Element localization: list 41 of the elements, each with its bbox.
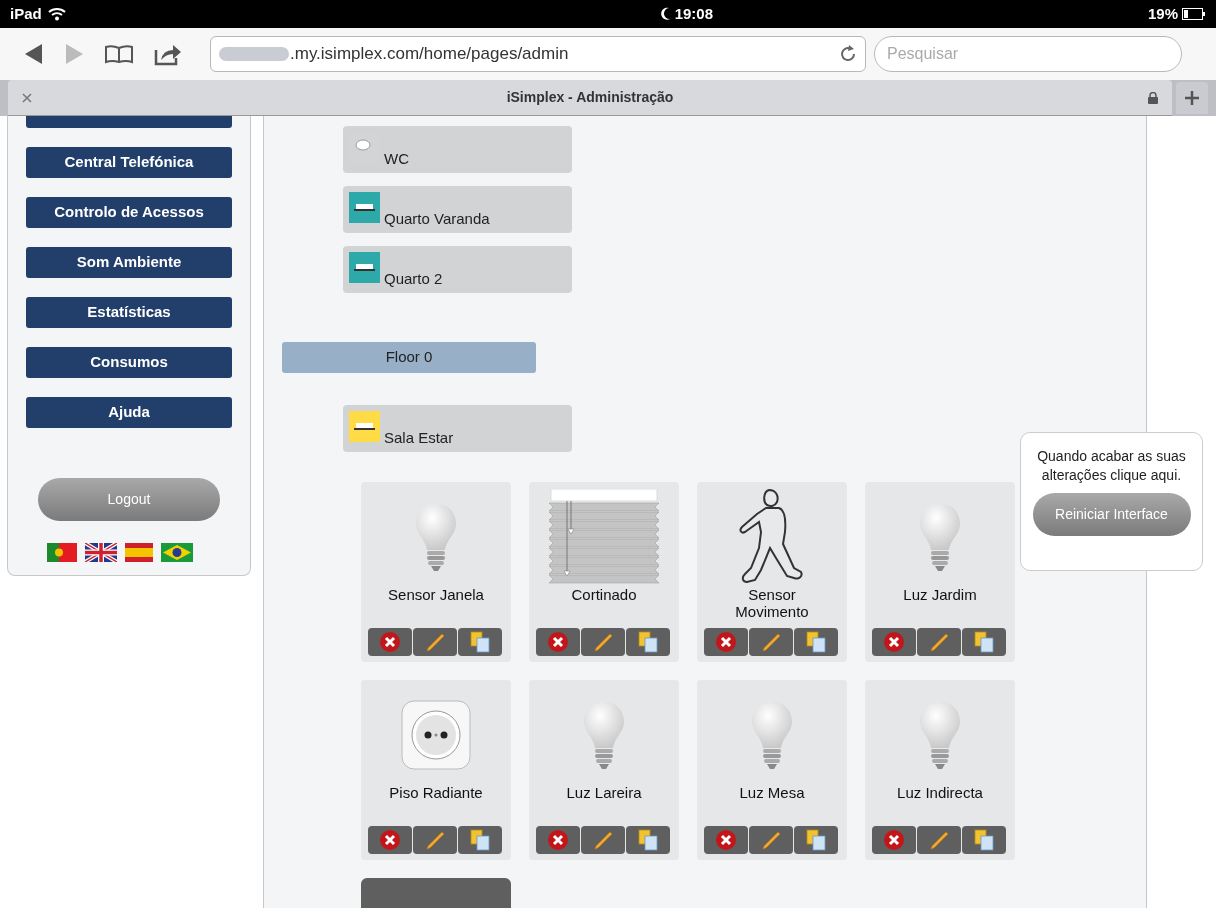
- device-name: Sensor Movimento: [734, 586, 810, 620]
- menu-button[interactable]: Som Ambiente: [26, 247, 232, 278]
- device-card[interactable]: Luz Indirecta: [865, 680, 1015, 860]
- device-name: Piso Radiante: [388, 784, 484, 801]
- device-name: Luz Indirecta: [896, 784, 984, 801]
- room-name: Sala Estar: [384, 428, 454, 448]
- device-card[interactable]: Sensor Movimento: [697, 482, 847, 662]
- menu-button[interactable]: Consumos: [26, 347, 232, 378]
- floor-label: Floor 0: [385, 347, 433, 368]
- device-card[interactable]: Luz Mesa: [697, 680, 847, 860]
- room-item[interactable]: Quarto 2: [343, 246, 572, 293]
- room-item[interactable]: Sala Estar: [343, 405, 572, 452]
- menu-button[interactable]: Central Telefónica: [26, 147, 232, 178]
- search-field[interactable]: Pesquisar: [874, 36, 1182, 73]
- device-card[interactable]: Piso Radiante: [361, 680, 511, 860]
- floor-bar[interactable]: Floor 0: [282, 342, 536, 373]
- device-name-label: iPad: [10, 3, 42, 24]
- device-card[interactable]: Luz Jardim: [865, 482, 1015, 662]
- device-card[interactable]: Cortinado: [529, 482, 679, 662]
- notice-text: Quando acabar as suas alterações clique aqui.: [1036, 447, 1187, 485]
- device-card[interactable]: Sensor Janela: [361, 482, 511, 662]
- url-text: .my.isimplex.com/home/pages/admin: [290, 43, 570, 66]
- clock-time: 19:08: [674, 3, 713, 24]
- room-name: Quarto 2: [384, 269, 443, 289]
- device-card[interactable]: Luz Lareira: [529, 680, 679, 860]
- device-name: Sensor Janela: [387, 586, 485, 603]
- device-name: Luz Jardim: [902, 586, 978, 603]
- room-name: Quarto Varanda: [384, 209, 490, 229]
- tab-title: iSimplex - Administração: [505, 88, 675, 107]
- room-item[interactable]: WC: [343, 126, 572, 173]
- menu-button[interactable]: Ajuda: [26, 397, 232, 428]
- device-name: Luz Lareira: [565, 784, 643, 801]
- battery-percent: 19%: [1147, 3, 1178, 24]
- room-item[interactable]: Quarto Varanda: [343, 186, 572, 233]
- room-name: WC: [384, 149, 409, 169]
- browser-tab[interactable]: iSimplex - Administração: [8, 80, 1172, 116]
- address-field[interactable]: .my.isimplex.com/home/pages/admin: [210, 36, 866, 73]
- menu-button[interactable]: Estatísticas: [26, 297, 232, 328]
- device-name: Cortinado: [570, 586, 638, 603]
- menu-button[interactable]: Controlo de Acessos: [26, 197, 232, 228]
- device-name: Luz Mesa: [738, 784, 806, 801]
